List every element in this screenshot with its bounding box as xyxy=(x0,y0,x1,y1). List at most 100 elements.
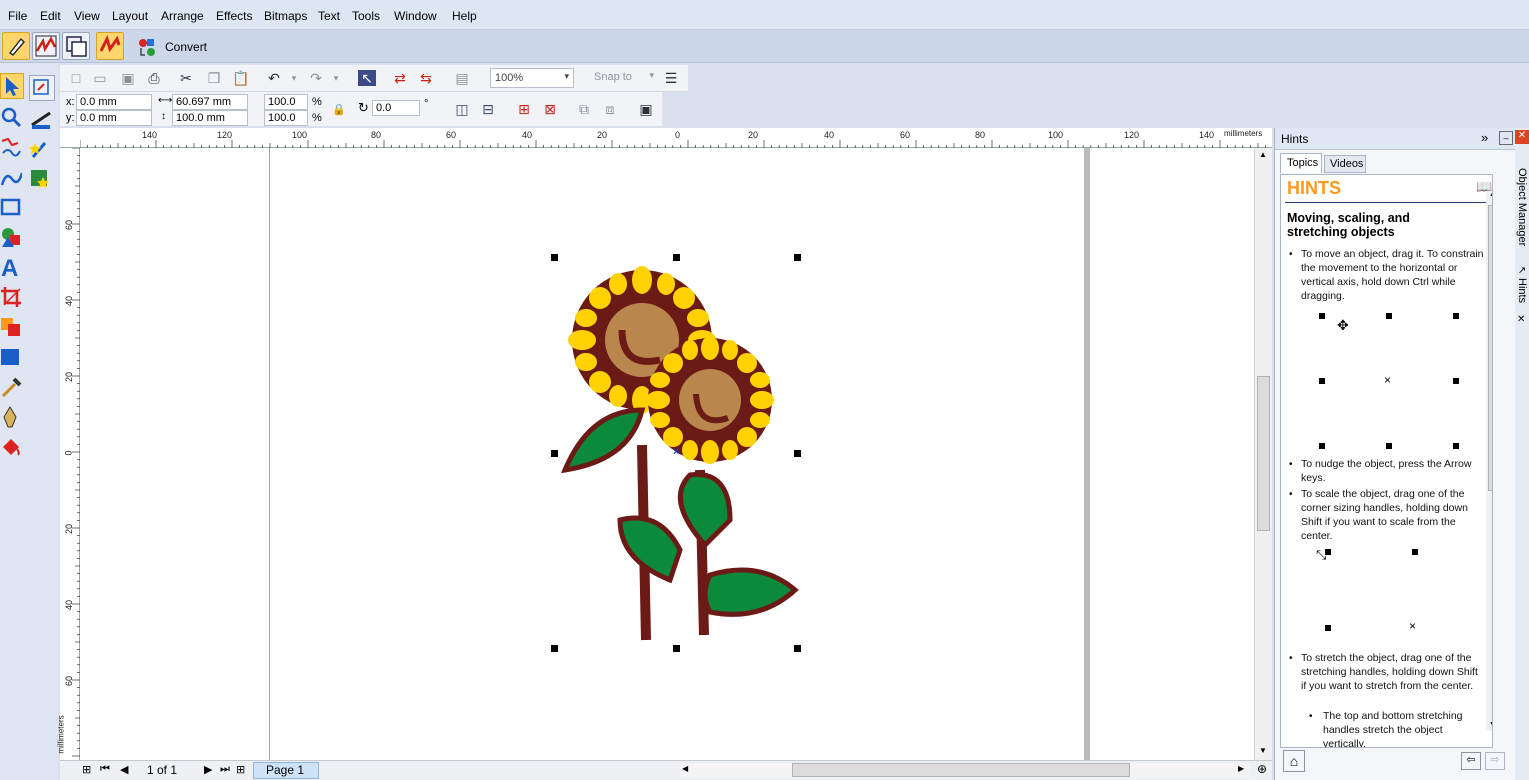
paint-bucket-tool[interactable] xyxy=(0,435,24,461)
menu-edit[interactable]: Edit xyxy=(40,9,61,23)
tab-object-manager[interactable]: Object Manager xyxy=(1516,168,1528,246)
menu-tools[interactable]: Tools xyxy=(352,9,380,23)
back-icon[interactable]: ⇦ xyxy=(1461,752,1481,770)
lock-ratio-icon[interactable]: 🔒 xyxy=(332,103,346,116)
break-apart-icon[interactable]: ⧈ xyxy=(602,101,618,117)
last-page-icon[interactable]: ⏭ xyxy=(220,763,230,776)
new-icon[interactable]: □ xyxy=(68,70,84,86)
scroll-down-icon[interactable]: ▼ xyxy=(1259,746,1267,755)
zoom-tool[interactable] xyxy=(0,105,24,131)
snap-to-select[interactable]: Snap to ▾ xyxy=(590,68,654,88)
open-folder-icon[interactable]: ▭ xyxy=(92,70,108,86)
eyedropper-tool[interactable] xyxy=(0,375,24,401)
color-mode-button[interactable] xyxy=(96,32,124,60)
scale-y-field[interactable]: 100.0 xyxy=(264,110,308,126)
menu-view[interactable]: View xyxy=(74,9,100,23)
undo-icon[interactable]: ↶ xyxy=(266,70,282,86)
fill-tool[interactable] xyxy=(0,315,24,341)
text-tool[interactable]: A xyxy=(0,255,24,282)
group-icon[interactable]: ⊞ xyxy=(516,101,532,117)
collapse-chevron-icon[interactable]: » xyxy=(1481,130,1488,145)
convert-to-object-tool[interactable] xyxy=(29,75,55,101)
undo-dropdown-icon[interactable]: ▾ xyxy=(286,70,302,86)
rectangle-tool[interactable] xyxy=(0,195,24,221)
hints-scroll-down-icon[interactable]: ▼ xyxy=(1489,721,1492,728)
hints-scroll-thumb[interactable] xyxy=(1488,205,1492,491)
tab-topics[interactable]: Topics xyxy=(1280,153,1322,173)
paste-icon[interactable]: 📋 xyxy=(232,70,249,86)
hints-scroll-up-icon[interactable]: ▲ xyxy=(1489,191,1492,198)
crop-tool[interactable] xyxy=(0,285,24,311)
menu-arrange[interactable]: Arrange xyxy=(161,9,204,23)
menu-effects[interactable]: Effects xyxy=(216,9,252,23)
scroll-up-icon[interactable]: ▲ xyxy=(1259,150,1267,159)
selection-handle-bottom-left[interactable] xyxy=(551,645,558,652)
width-field[interactable]: 60.697 mm xyxy=(172,94,248,110)
close-tab-icon[interactable]: ✕ xyxy=(1517,314,1525,325)
home-icon[interactable]: ⌂ xyxy=(1283,750,1305,772)
menu-window[interactable]: Window xyxy=(394,9,437,23)
trace-mode-button[interactable] xyxy=(32,32,60,60)
scroll-right-icon[interactable]: ▶ xyxy=(1238,764,1244,773)
selection-handle-top-left[interactable] xyxy=(551,254,558,261)
previous-page-icon[interactable]: ◀ xyxy=(120,763,128,776)
canvas-horizontal-scrollbar[interactable]: ◀ ▶ xyxy=(680,763,1250,778)
menu-help[interactable]: Help xyxy=(452,9,477,23)
redo-icon[interactable]: ↷ xyxy=(308,70,324,86)
cut-scissors-icon[interactable]: ✂ xyxy=(178,70,194,86)
menu-bitmaps[interactable]: Bitmaps xyxy=(264,9,307,23)
selection-handle-top-right[interactable] xyxy=(794,254,801,261)
zoom-level-select[interactable]: 100% ▾ xyxy=(490,68,574,88)
add-page-after-icon[interactable]: ⊞ xyxy=(236,763,245,776)
layers-mode-button[interactable] xyxy=(62,32,90,60)
wrap-text-icon[interactable]: ▣ xyxy=(638,101,654,117)
redo-dropdown-icon[interactable]: ▾ xyxy=(328,70,344,86)
export-icon[interactable]: ⇄ xyxy=(392,70,408,86)
mirror-horizontal-icon[interactable]: ◫ xyxy=(454,101,470,117)
rotation-field[interactable]: 0.0 xyxy=(372,100,420,116)
menu-text[interactable]: Text xyxy=(318,9,340,23)
x-position-field[interactable]: 0.0 mm xyxy=(76,94,152,110)
outline-tool[interactable] xyxy=(0,345,24,371)
menu-file[interactable]: File xyxy=(8,9,27,23)
horizontal-scroll-thumb[interactable] xyxy=(792,763,1130,777)
mirror-vertical-icon[interactable]: ⊟ xyxy=(480,101,496,117)
save-icon[interactable]: ▣ xyxy=(120,70,136,86)
height-field[interactable]: 100.0 mm xyxy=(172,110,248,126)
pen-tool[interactable] xyxy=(0,405,24,431)
sunflower-artwork[interactable] xyxy=(560,260,800,650)
forward-icon[interactable]: ⇨ xyxy=(1485,752,1505,770)
print-icon[interactable]: ⎙ xyxy=(146,70,162,86)
menu-layout[interactable]: Layout xyxy=(112,9,148,23)
first-page-icon[interactable]: ⏮ xyxy=(100,763,110,776)
import-icon[interactable]: ↖ xyxy=(358,70,376,86)
page-tab[interactable]: Page 1 xyxy=(253,762,319,779)
vertical-scroll-thumb[interactable] xyxy=(1257,376,1270,531)
selection-handle-left[interactable] xyxy=(551,450,558,457)
pick-tool[interactable] xyxy=(0,73,24,99)
next-page-icon[interactable]: ▶ xyxy=(204,763,212,776)
minimize-docker-icon[interactable]: – xyxy=(1499,131,1513,145)
hints-scrollbar[interactable]: ▲ ▼ xyxy=(1486,191,1492,731)
options-icon[interactable]: ☰ xyxy=(663,70,679,86)
tab-hints[interactable]: Hints xyxy=(1516,278,1528,303)
freehand-tool[interactable] xyxy=(0,135,24,161)
close-icon[interactable]: ✕ xyxy=(1515,130,1529,144)
center-x-icon[interactable]: × xyxy=(673,446,679,458)
application-launcher-icon[interactable]: ▤ xyxy=(454,70,470,86)
convert-button[interactable]: Convert xyxy=(132,32,208,60)
selection-handle-top[interactable] xyxy=(673,254,680,261)
scroll-left-icon[interactable]: ◀ xyxy=(682,764,688,773)
scale-x-field[interactable]: 100.0 xyxy=(264,94,308,110)
selection-handle-bottom-right[interactable] xyxy=(794,645,801,652)
add-page-before-icon[interactable]: ⊞ xyxy=(82,763,91,776)
y-position-field[interactable]: 0.0 mm xyxy=(76,110,152,126)
ungroup-icon[interactable]: ⊠ xyxy=(542,101,558,117)
zoom-navigator-icon[interactable]: ⊕ xyxy=(1257,762,1267,776)
save-star-tool[interactable] xyxy=(29,167,55,193)
bezier-tool[interactable] xyxy=(0,165,24,191)
shape-tool[interactable] xyxy=(0,225,24,251)
draw-mode-button[interactable] xyxy=(2,32,30,60)
paint-tool[interactable] xyxy=(29,137,55,163)
canvas-vertical-scrollbar[interactable]: ▲ ▼ xyxy=(1254,148,1272,760)
